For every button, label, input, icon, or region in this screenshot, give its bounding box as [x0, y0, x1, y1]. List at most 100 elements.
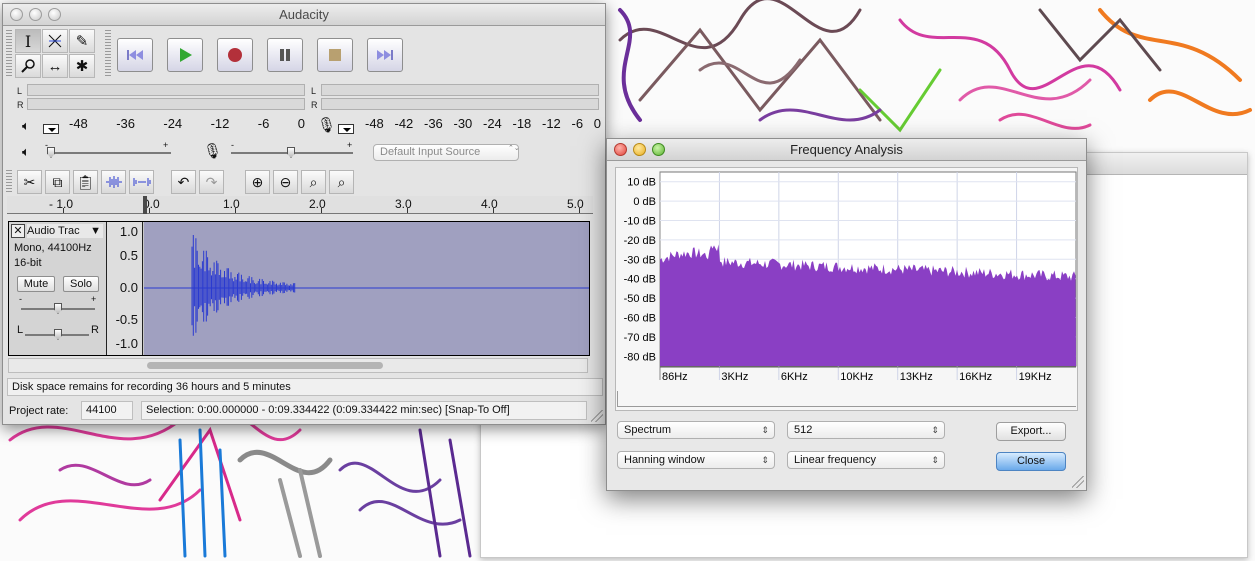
frequency-analysis-titlebar[interactable]: Frequency Analysis: [607, 139, 1086, 161]
microphone-icon: 🎙︎: [317, 117, 337, 134]
horizontal-scrollbar[interactable]: [8, 358, 588, 373]
playback-meter-scale: -48 -36 -24 -12 -6 0: [69, 116, 305, 131]
project-rate-field[interactable]: 44100: [81, 401, 133, 420]
window-title: Audacity: [279, 7, 329, 22]
frequency-analysis-window: Frequency Analysis 86Hz 3KHz 6KHz 10KHz 13KH…: [606, 138, 1087, 491]
track-gain-plus: +: [91, 294, 97, 304]
paste-button[interactable]: 📋︎: [73, 170, 98, 194]
skip-to-end-button[interactable]: [367, 38, 403, 72]
minimize-window-button[interactable]: [633, 143, 646, 156]
ruler-label: 3.0: [395, 197, 412, 211]
y-tick-label: -60 dB: [624, 313, 656, 325]
scissors-icon: ✂: [23, 173, 36, 190]
ruler-label: 2.0: [309, 197, 326, 211]
record-meter-left-label: L: [311, 86, 317, 96]
zoom-window-button[interactable]: [652, 143, 665, 156]
minimize-window-button[interactable]: [29, 8, 42, 21]
record-meter-menu[interactable]: [338, 124, 354, 134]
fit-project-button[interactable]: ⌕: [329, 170, 354, 194]
pause-button[interactable]: [267, 38, 303, 72]
toolbar-grip[interactable]: [6, 170, 12, 194]
trim-button[interactable]: [101, 170, 126, 194]
toolbar-grip[interactable]: [6, 30, 12, 78]
triangle-down-icon: ▼: [90, 225, 101, 237]
close-window-button[interactable]: [614, 143, 627, 156]
input-volume-minus: -: [231, 140, 234, 150]
play-button[interactable]: [167, 38, 203, 72]
play-icon: [180, 48, 192, 62]
skip-to-start-button[interactable]: [117, 38, 153, 72]
track-pan-slider[interactable]: [54, 329, 62, 340]
fit-selection-button[interactable]: ⌕: [301, 170, 326, 194]
export-button[interactable]: Export...: [996, 422, 1066, 441]
waveform-display[interactable]: [144, 222, 589, 355]
input-source-select[interactable]: Default Input Source: [373, 144, 519, 161]
redo-button[interactable]: ↷: [199, 170, 224, 194]
timeline-ruler[interactable]: - 1.0 0.0 1.0 2.0 3.0 4.0 5.0: [7, 196, 593, 214]
cut-button[interactable]: ✂: [17, 170, 42, 194]
solo-button[interactable]: Solo: [63, 276, 99, 292]
y-tick-label: -10 dB: [624, 216, 656, 228]
audio-track: ✕ Audio Trac ▼ Mono, 44100Hz 16-bit Mute…: [8, 221, 590, 356]
zoom-window-button[interactable]: [48, 8, 61, 21]
track-close-button[interactable]: ✕: [11, 224, 25, 238]
input-volume-slider[interactable]: [287, 147, 295, 158]
x-tick-label: 86Hz: [662, 371, 688, 383]
waveform: [144, 235, 589, 336]
playback-meter-left-label: L: [17, 86, 23, 96]
frequency-axis-select[interactable]: Linear frequency: [787, 451, 945, 469]
silence-button[interactable]: [129, 170, 154, 194]
record-icon: [228, 48, 242, 62]
close-window-button[interactable]: [10, 8, 23, 21]
track-name: Audio Trac: [27, 225, 80, 237]
track-control-panel: ✕ Audio Trac ▼ Mono, 44100Hz 16-bit Mute…: [9, 222, 107, 355]
undo-button[interactable]: ↶: [171, 170, 196, 194]
trim-audio-icon: [105, 176, 122, 188]
mute-button[interactable]: Mute: [17, 276, 55, 292]
zoom-out-button[interactable]: ⊖: [273, 170, 298, 194]
record-button[interactable]: [217, 38, 253, 72]
toolbar-grip[interactable]: [105, 30, 111, 78]
selection-tool-icon[interactable]: I: [15, 29, 41, 53]
output-volume-track: [47, 152, 171, 154]
x-tick-label: 6KHz: [781, 371, 808, 383]
draw-tool-icon[interactable]: ✎: [69, 29, 95, 53]
window-resize-grip[interactable]: [1072, 476, 1084, 488]
envelope-tool-icon[interactable]: [42, 29, 68, 53]
track-format: Mono, 44100Hz: [14, 242, 92, 254]
paste-icon: 📋︎: [76, 173, 95, 190]
undo-icon: ↶: [177, 173, 190, 190]
selection-readout[interactable]: Selection: 0:00.000000 - 0:09.334422 (0:…: [141, 401, 587, 420]
audacity-titlebar[interactable]: Audacity: [3, 4, 605, 26]
skip-to-start-icon: [127, 50, 143, 60]
stop-button[interactable]: [317, 38, 353, 72]
stop-icon: [329, 49, 341, 61]
output-volume-icon: 🔈︎: [22, 144, 30, 159]
copy-button[interactable]: ⧉: [45, 170, 70, 194]
multi-tool-icon[interactable]: ✱: [69, 54, 95, 78]
track-pan-left-label: L: [17, 324, 24, 336]
track-bit-depth: 16-bit: [14, 257, 42, 269]
zoom-in-button[interactable]: ⊕: [245, 170, 270, 194]
close-button[interactable]: Close: [996, 452, 1066, 471]
project-rate-label: Project rate:: [9, 405, 69, 417]
record-meter-left: [321, 84, 599, 96]
x-tick-label: 13KHz: [900, 371, 933, 383]
algorithm-select[interactable]: Spectrum: [617, 421, 775, 439]
size-select[interactable]: 512: [787, 421, 945, 439]
zoom-tool-icon[interactable]: [15, 54, 41, 78]
input-volume-plus: +: [347, 140, 353, 150]
y-tick-label: -70 dB: [624, 332, 656, 344]
track-name-menu[interactable]: Audio Trac ▼: [27, 224, 103, 238]
window-function-select[interactable]: Hanning window: [617, 451, 775, 469]
horizontal-scrollbar-thumb[interactable]: [147, 362, 383, 369]
x-tick-label: 10KHz: [840, 371, 873, 383]
time-shift-tool-icon[interactable]: ↔: [42, 54, 68, 78]
spectrum-plot[interactable]: 86Hz 3KHz 6KHz 10KHz 13KHz 16KHz 19KHz 10 dB 0 d…: [616, 168, 1079, 412]
track-gain-slider[interactable]: [54, 303, 62, 314]
status-bar: Disk space remains for recording 36 hour…: [7, 378, 603, 396]
window-resize-grip[interactable]: [591, 410, 603, 422]
output-volume-slider[interactable]: [47, 147, 55, 158]
playback-meter-menu[interactable]: [43, 124, 59, 134]
ruler-label: 5.0: [567, 197, 584, 211]
